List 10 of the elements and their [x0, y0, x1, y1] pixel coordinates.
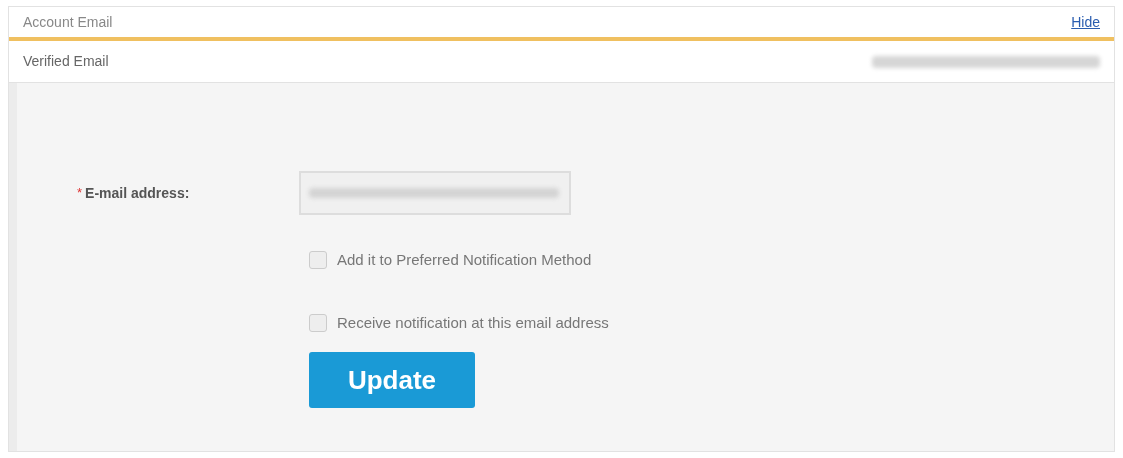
checkbox[interactable]: [309, 251, 327, 270]
verified-email-label: Verified Email: [23, 52, 109, 71]
hide-link[interactable]: Hide: [1071, 11, 1100, 33]
checkbox[interactable]: [309, 313, 327, 332]
required-mark: *: [77, 184, 83, 203]
email-input-field[interactable]: [299, 171, 571, 215]
checkbox-label: Receive notification at this email address: [337, 312, 609, 333]
field-label: E-mail address:: [85, 183, 190, 203]
section-title: Account Email: [23, 12, 113, 32]
checkbox-label: Add it to Preferred Notification Method: [337, 250, 592, 270]
